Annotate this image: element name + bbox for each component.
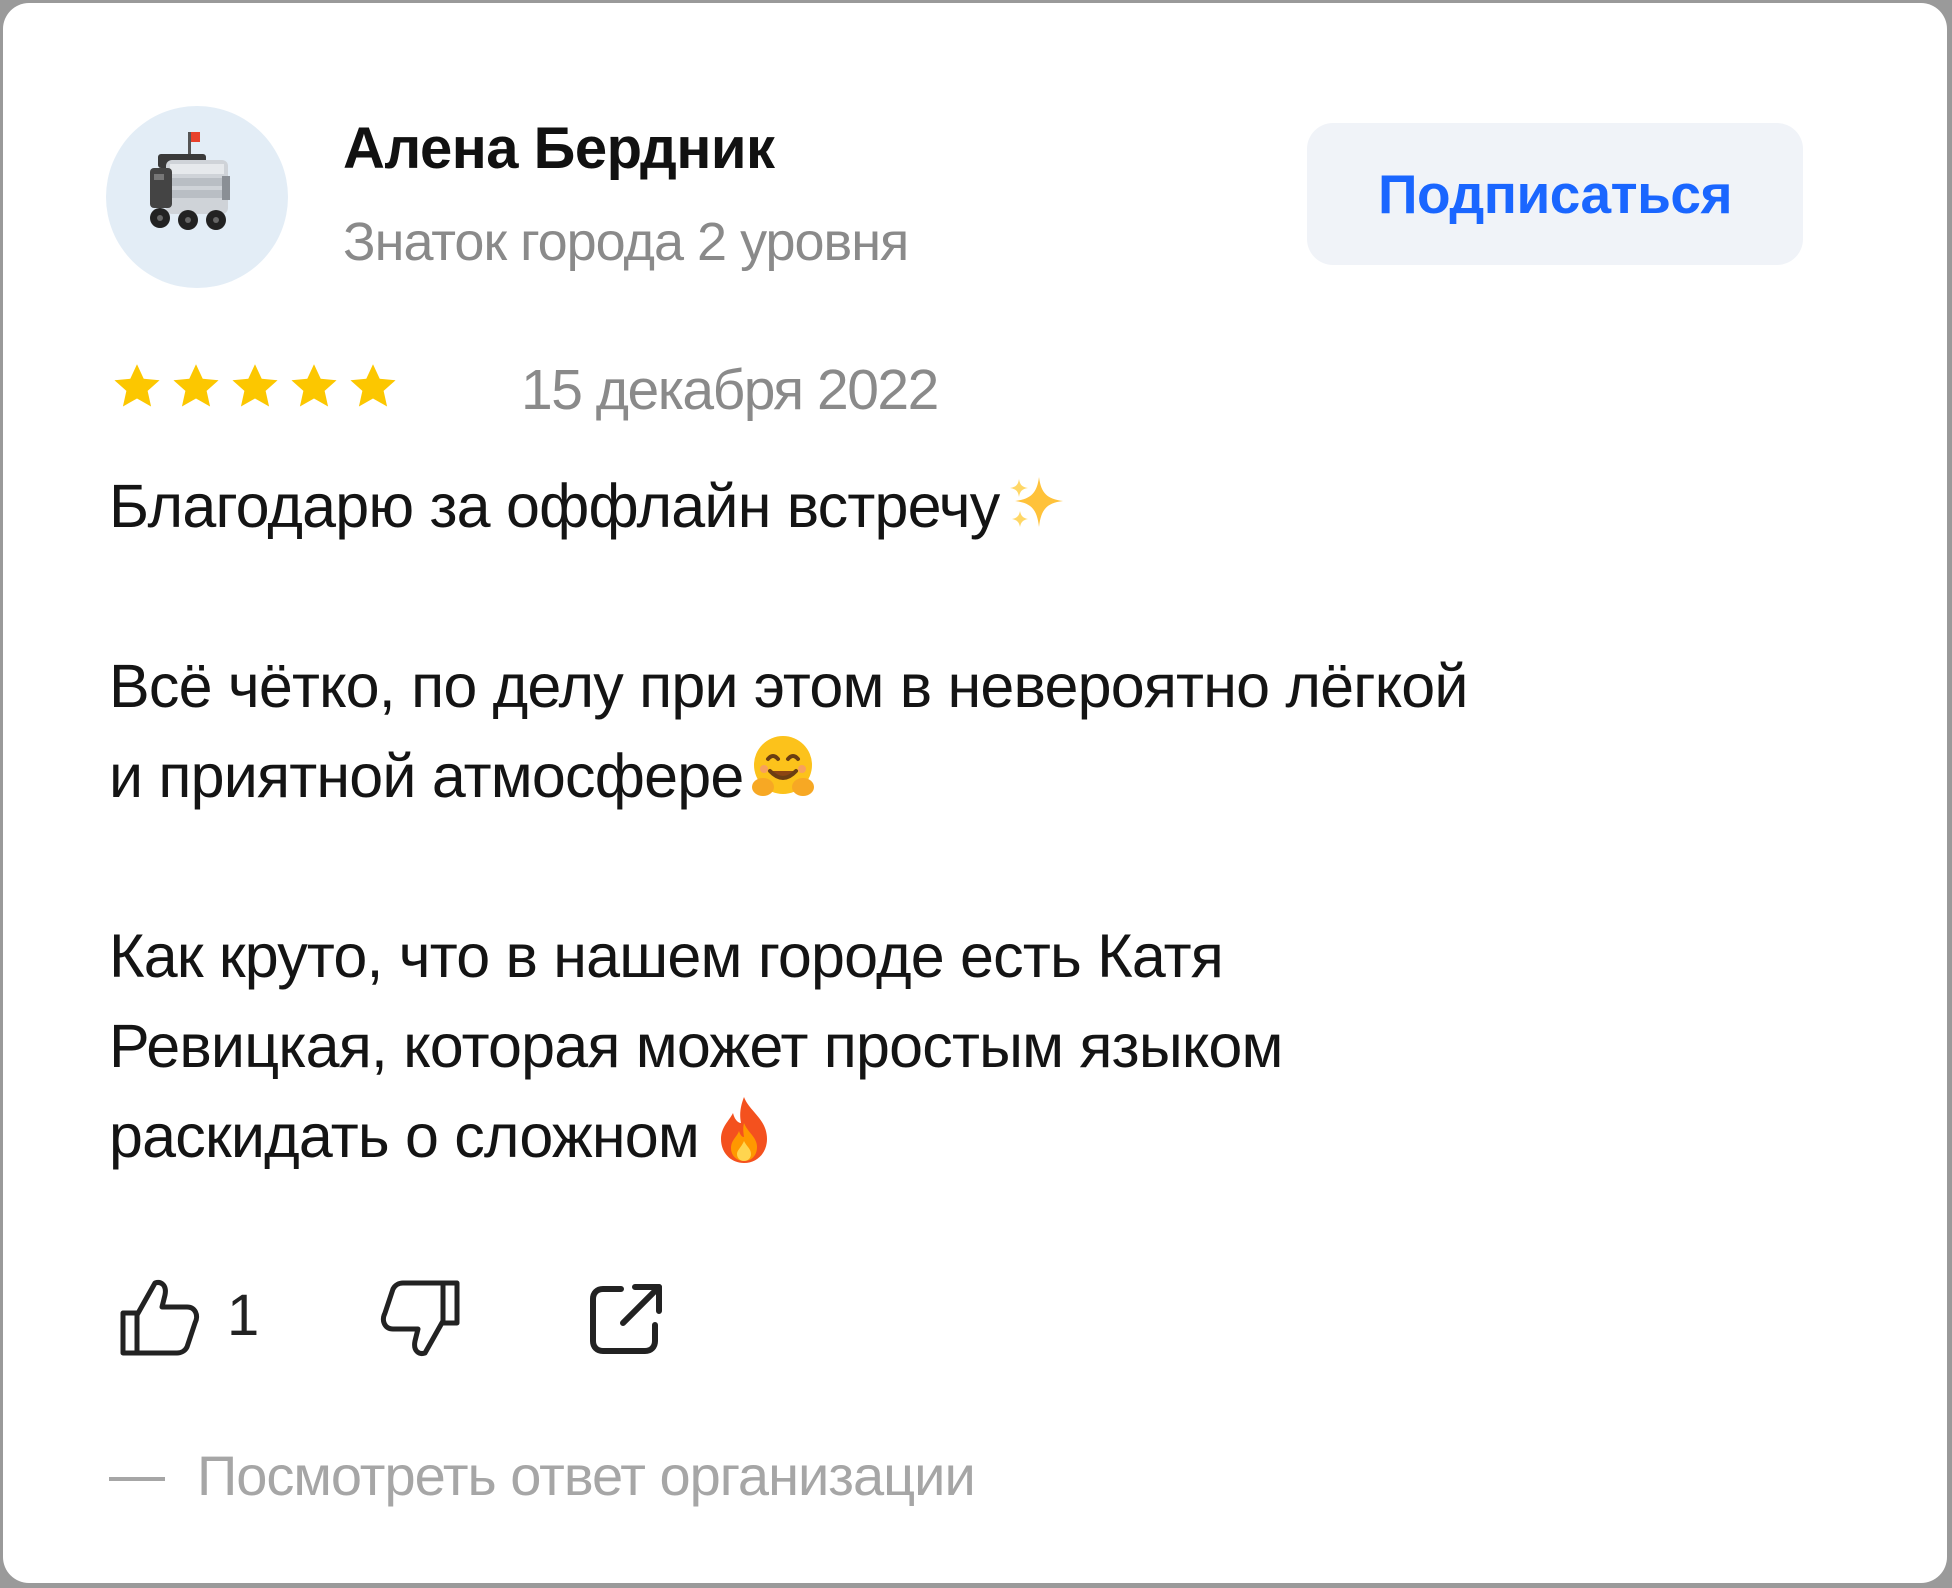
review-text-line-1: Благодарю за оффлайн встречу xyxy=(109,461,1829,559)
review-text-line-2: Всё чётко, по делу при этом в невероятно… xyxy=(109,652,1469,720)
reply-link-label: Посмотреть ответ организации xyxy=(197,1444,976,1507)
star-icon xyxy=(350,364,396,407)
sparkles-emoji-icon xyxy=(1005,469,1069,559)
thumbs-up-icon xyxy=(120,1280,200,1356)
review-text-line-5: Ревицкая, которая может простым языком xyxy=(109,1012,1284,1080)
author-name[interactable]: Алена Бердник xyxy=(343,115,775,182)
avatar[interactable] xyxy=(106,106,288,288)
star-icon xyxy=(232,364,278,407)
robot-avatar-icon xyxy=(150,132,230,230)
dislike-button[interactable] xyxy=(375,1275,465,1365)
review-text-line-6: раскидать о сложном xyxy=(109,1091,1829,1189)
subscribe-button[interactable]: Подписаться xyxy=(1307,123,1803,265)
dash-divider xyxy=(109,1476,165,1481)
share-icon xyxy=(590,1284,662,1354)
like-button[interactable]: 1 xyxy=(115,1271,259,1361)
like-count: 1 xyxy=(227,1283,260,1348)
star-icon xyxy=(173,364,219,407)
review-text-line-4: Как круто, что в нашем городе есть Катя xyxy=(109,922,1224,990)
share-button[interactable] xyxy=(587,1279,667,1359)
star-icon xyxy=(114,364,160,407)
rating-stars xyxy=(111,361,399,413)
review-text-line-3: и приятной атмосфере xyxy=(109,731,1829,829)
author-level: Знаток города 2 уровня xyxy=(343,212,909,272)
review-date: 15 декабря 2022 xyxy=(521,358,939,422)
hugging-face-emoji-icon xyxy=(746,731,820,829)
thumbs-down-icon xyxy=(380,1280,460,1356)
star-icon xyxy=(291,364,337,407)
view-organization-reply-link[interactable]: Посмотреть ответ организации xyxy=(109,1443,976,1508)
fire-emoji-icon xyxy=(715,1093,773,1189)
review-card: Алена Бердник Знаток города 2 уровня Под… xyxy=(3,3,1947,1583)
